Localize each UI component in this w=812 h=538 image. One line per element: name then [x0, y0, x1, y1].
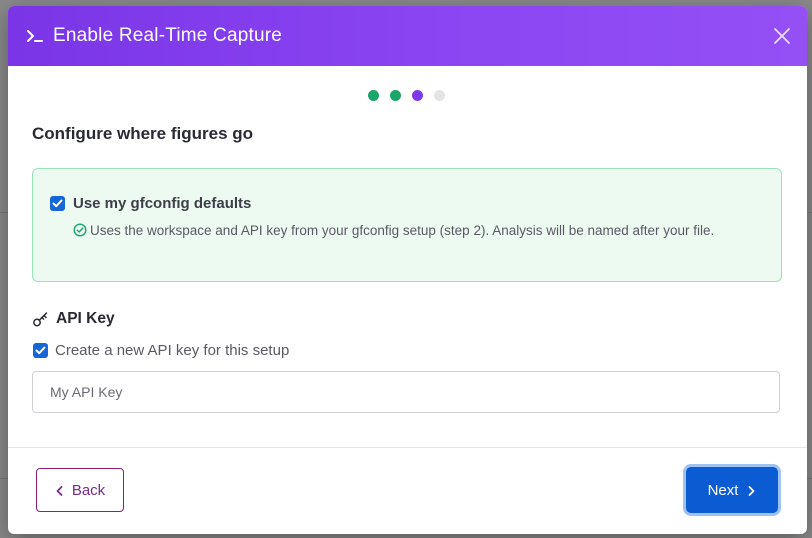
footer-divider	[8, 447, 807, 448]
next-button[interactable]: Next	[686, 467, 778, 513]
check-circle-icon	[73, 221, 87, 237]
api-key-name-input[interactable]	[32, 371, 780, 413]
dialog-title: Enable Real-Time Capture	[53, 25, 283, 46]
background-divider	[807, 212, 812, 213]
step-dot	[434, 90, 445, 101]
back-button-label: Back	[71, 481, 106, 499]
use-defaults-label[interactable]: Use my gfconfig defaults	[73, 195, 251, 212]
chevron-left-icon	[55, 484, 65, 496]
api-key-heading: API Key	[32, 310, 115, 328]
api-key-title: API Key	[56, 310, 115, 327]
key-icon	[32, 311, 49, 328]
background-divider	[0, 478, 8, 479]
section-title: Configure where figures go	[32, 124, 254, 143]
back-button[interactable]: Back	[36, 468, 124, 512]
defaults-description: Uses the workspace and API key from your…	[73, 219, 753, 243]
step-dot	[412, 90, 423, 101]
chevron-right-icon	[746, 484, 756, 496]
terminal-icon	[25, 26, 45, 46]
background-divider	[0, 212, 8, 213]
create-api-key-label[interactable]: Create a new API key for this setup	[55, 342, 289, 359]
close-icon[interactable]	[771, 25, 793, 47]
use-defaults-checkbox[interactable]	[50, 196, 65, 211]
step-dot	[368, 90, 379, 101]
defaults-description-text: Uses the workspace and API key from your…	[90, 223, 715, 238]
background-divider	[807, 478, 812, 479]
step-dot	[390, 90, 401, 101]
dialog-header: Enable Real-Time Capture	[8, 6, 807, 66]
create-api-key-checkbox[interactable]	[33, 343, 48, 358]
next-button-label: Next	[707, 481, 739, 499]
enable-capture-dialog: Enable Real-Time Capture Configure where…	[8, 6, 807, 534]
step-indicator	[368, 90, 445, 101]
gfconfig-defaults-panel: Use my gfconfig defaults Uses the worksp…	[32, 168, 782, 282]
